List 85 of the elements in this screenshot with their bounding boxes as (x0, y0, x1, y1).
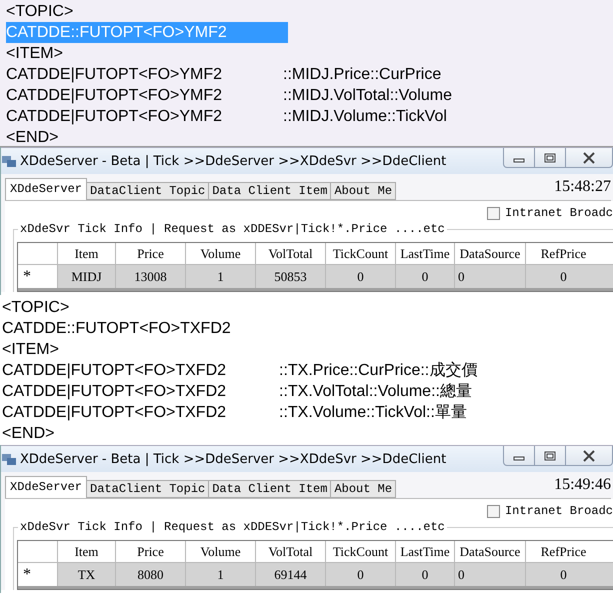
table-cell: 13008 (116, 264, 186, 288)
text-line: ::MIDJ.VolTotal::Volume (283, 86, 452, 106)
restore-icon (544, 152, 556, 162)
column-header[interactable]: LastTime (396, 243, 455, 264)
column-header[interactable]: Price (116, 243, 186, 264)
column-header[interactable]: TickCount (326, 243, 396, 264)
text-line: CATDDE|FUTOPT<FO>TXFD2 (2, 382, 228, 402)
tab[interactable]: About Me (330, 182, 396, 200)
row-header (18, 243, 58, 264)
text-line: CATDDE|FUTOPT<FO>TXFD2 (2, 403, 228, 423)
table-cell: 0 (455, 562, 526, 586)
app-icon (1, 452, 17, 466)
restore-button[interactable] (534, 446, 566, 466)
column-header[interactable]: Item (58, 243, 116, 264)
group-title: xDdeSvr Tick Info | Request as xDDESvr|Tick!*.Price ....etc (18, 520, 447, 534)
column-header[interactable]: DataSource (455, 243, 526, 264)
table-cell: 0 (526, 562, 613, 586)
restore-icon (544, 450, 556, 460)
tab[interactable]: Data Client Item (208, 182, 332, 200)
table-cell: 0 (396, 264, 455, 288)
tab[interactable]: About Me (330, 480, 396, 498)
text-line: CATDDE|FUTOPT<FO>YMF2 (6, 65, 224, 85)
group-title: xDdeSvr Tick Info | Request as xDDESvr|Tick!*.Price ....etc (18, 222, 447, 236)
text-line: <TOPIC> (6, 2, 74, 22)
minimize-button[interactable] (503, 148, 535, 168)
window-title: XDdeServer - Beta | Tick >>DdeServer >>XDdeSvr >>DdeClient (20, 452, 446, 466)
checkbox-label: Intranet Broadc (504, 504, 613, 518)
table-cell: 0 (526, 264, 613, 288)
table-cell: 0 (326, 562, 396, 586)
minimize-button[interactable] (503, 446, 535, 466)
window-title: XDdeServer - Beta | Tick >>DdeServer >>XDdeSvr >>DdeClient (20, 154, 446, 168)
restore-button[interactable] (534, 148, 566, 168)
text-line: ::MIDJ.Price::CurPrice (283, 65, 442, 85)
checkbox[interactable] (486, 504, 500, 518)
text-line: ::MIDJ.Volume::TickVol (283, 107, 447, 127)
text-line: <ITEM> (6, 44, 64, 64)
table-cell: 0 (326, 264, 396, 288)
text-line: <TOPIC> (2, 298, 70, 318)
table-cell: MIDJ (58, 264, 116, 288)
tab[interactable]: DataClient Topic (86, 480, 210, 498)
row-marker: * (18, 562, 58, 586)
column-header[interactable]: DataSource (455, 541, 526, 562)
column-header[interactable]: LastTime (396, 541, 455, 562)
table-cell: TX (58, 562, 116, 586)
table-cell: 8080 (116, 562, 186, 586)
table-cell: 1 (186, 264, 256, 288)
table-cell: 50853 (256, 264, 326, 288)
checkbox[interactable] (486, 206, 500, 220)
table-cell: 1 (186, 562, 256, 586)
text-line: <END> (6, 128, 60, 148)
tab[interactable]: XDdeServer (5, 476, 88, 498)
clock-time: 15:48:27 (554, 178, 611, 196)
tab[interactable]: DataClient Topic (86, 182, 210, 200)
text-line: <ITEM> (2, 340, 60, 360)
close-button[interactable] (565, 148, 613, 168)
column-header[interactable]: TickCount (326, 541, 396, 562)
text-line: CATDDE|FUTOPT<FO>YMF2 (6, 107, 224, 127)
column-header[interactable]: VolTotal (256, 541, 326, 562)
app-icon (1, 154, 17, 168)
text-line: CATDDE::FUTOPT<FO>TXFD2 (2, 319, 232, 339)
table-cell: 0 (396, 562, 455, 586)
text-line: CATDDE|FUTOPT<FO>TXFD2 (2, 361, 228, 381)
column-header[interactable]: Volume (186, 541, 256, 562)
checkbox-label: Intranet Broadc (504, 206, 613, 220)
column-header[interactable]: Volume (186, 243, 256, 264)
row-marker: * (18, 264, 58, 288)
column-header[interactable]: Item (58, 541, 116, 562)
column-header[interactable]: Price (116, 541, 186, 562)
close-icon (582, 152, 596, 164)
column-header[interactable]: VolTotal (256, 243, 326, 264)
text-line: CATDDE|FUTOPT<FO>YMF2 (6, 86, 224, 106)
close-icon (582, 450, 596, 462)
close-button[interactable] (565, 446, 613, 466)
text-line: ::TX.VolTotal::Volume::總量 (279, 382, 472, 402)
table-cell: 0 (455, 264, 526, 288)
clock-time: 15:49:46 (554, 476, 611, 494)
tab[interactable]: XDdeServer (5, 178, 88, 200)
text-line: ::TX.Volume::TickVol::單量 (279, 403, 467, 423)
row-header (18, 541, 58, 562)
table-cell: 69144 (256, 562, 326, 586)
tab[interactable]: Data Client Item (208, 480, 332, 498)
column-header[interactable]: RefPrice (526, 541, 613, 562)
column-header[interactable]: RefPrice (526, 243, 613, 264)
text-line: <END> (2, 424, 56, 444)
text-line: ::TX.Price::CurPrice::成交價 (279, 360, 478, 381)
